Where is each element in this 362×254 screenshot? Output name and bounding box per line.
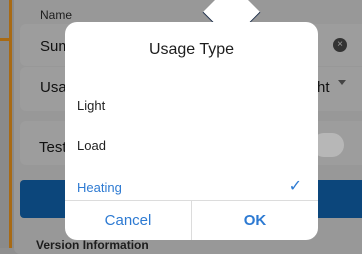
left-accent-bar <box>0 0 14 248</box>
option-label-heating: Heating <box>77 180 122 195</box>
chevron-down-icon[interactable] <box>338 80 346 85</box>
option-label-load: Load <box>77 138 106 153</box>
option-light[interactable]: Light <box>65 86 318 126</box>
dialog-title: Usage Type <box>148 41 235 58</box>
option-load[interactable]: Load <box>65 126 318 166</box>
test-label: Test <box>39 139 67 156</box>
usage-type-dialog: Usage Type Light Load Heating ✓ Cancel O… <box>65 22 318 240</box>
checkmark-icon: ✓ <box>288 178 302 195</box>
close-icon[interactable]: × <box>333 38 347 52</box>
name-label: Name <box>40 8 73 22</box>
usage-label: Usa <box>40 79 67 96</box>
usage-current-value: ht <box>317 79 330 96</box>
cancel-button[interactable]: Cancel <box>65 201 191 240</box>
ok-button[interactable]: OK <box>192 201 318 240</box>
option-label-light: Light <box>77 98 106 113</box>
version-label: Version Information <box>36 238 149 252</box>
